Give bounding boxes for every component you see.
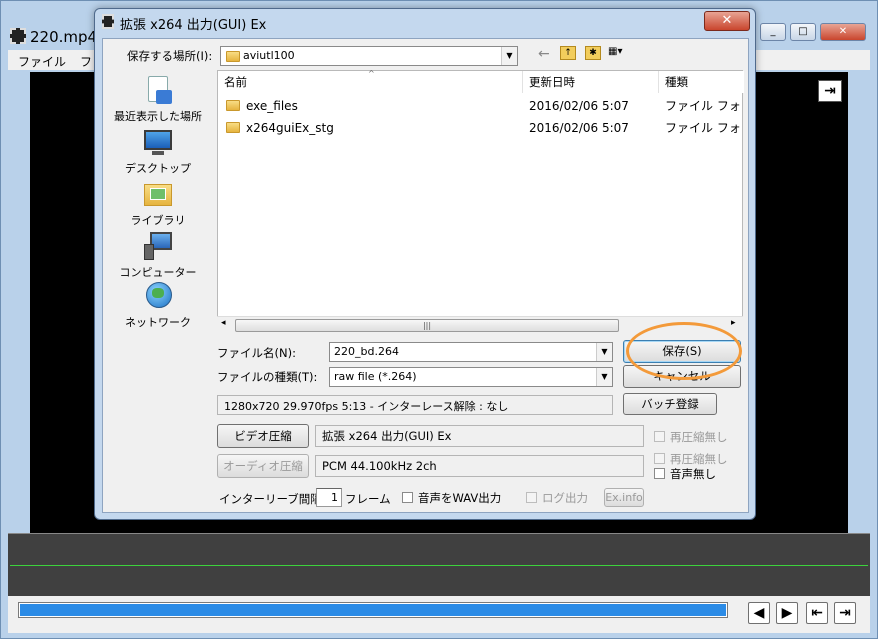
jump-end-icon[interactable]: ⇥ [818,80,842,102]
sort-asc-icon: ^ [368,69,375,78]
wav-output-checkbox[interactable]: 音声をWAV出力 [402,490,501,506]
main-close-button[interactable]: ✕ [820,23,866,41]
audio-recompress-checkbox[interactable]: 再圧縮無し [654,451,728,467]
filetype-select[interactable]: raw file (*.264) ▼ [329,367,613,387]
film-icon [102,14,114,29]
audio-codec-text: PCM 44.100kHz 2ch [315,455,644,477]
video-codec-text: 拡張 x264 出力(GUI) Ex [315,425,644,447]
exinfo-button[interactable]: Ex.info [604,488,644,507]
log-output-checkbox[interactable]: ログ出力 [526,490,588,506]
menu-item-2[interactable]: フ [80,53,92,70]
library-icon [142,178,174,210]
prev-keyframe-button[interactable]: ⇤ [806,602,828,624]
menu-file[interactable]: ファイル [18,53,66,70]
place-network[interactable]: ネットワーク [108,280,208,330]
folder-icon [226,100,240,111]
filename-input[interactable]: 220_bd.264 ▼ [329,342,613,362]
column-type[interactable]: 種類 [659,71,744,93]
dialog-title: 拡張 x264 出力(GUI) Ex [120,18,267,33]
place-libraries[interactable]: ライブラリ [108,178,208,228]
filetype-label: ファイルの種類(T): [217,370,318,384]
save-in-value: aviutl100 [243,49,295,62]
next-frame-button[interactable]: ▶ [776,602,798,624]
scroll-thumb[interactable]: ||| [235,319,619,332]
list-item[interactable]: x264guiEx_stg 2016/02/06 5:07 ファイル フォ [218,117,744,139]
no-audio-checkbox[interactable]: 音声無し [654,466,716,482]
interleave-input[interactable]: 1 [316,488,342,507]
place-computer[interactable]: コンピューター [108,230,208,280]
audio-compress-button[interactable]: オーディオ圧縮 [217,454,309,478]
video-compress-button[interactable]: ビデオ圧縮 [217,424,309,448]
back-icon[interactable]: ← [538,46,550,62]
scroll-right-icon[interactable]: ▸ [731,318,736,328]
filename-label: ファイル名(N): [217,346,296,360]
network-globe-icon [142,280,174,312]
timeline[interactable] [8,533,870,596]
folder-icon [226,51,240,62]
maximize-button[interactable]: □ [790,23,816,41]
recent-places-icon [142,74,174,106]
scroll-left-icon[interactable]: ◂ [221,318,226,328]
frame-unit-label: フレーム [345,492,391,506]
new-folder-icon[interactable]: ✱ [585,46,601,60]
folder-icon [226,122,240,133]
file-list[interactable]: 名前 ^ 更新日時 種類 exe_files 2016/02/06 5:07 フ… [217,69,744,332]
prev-frame-button[interactable]: ◀ [748,602,770,624]
chevron-down-icon: ▼ [596,368,612,386]
minimize-button[interactable]: _ [760,23,786,41]
save-in-combo[interactable]: aviutl100 ▼ [220,46,518,66]
video-recompress-checkbox[interactable]: 再圧縮無し [654,429,728,445]
chevron-down-icon: ▼ [596,343,612,361]
view-menu-icon[interactable]: ▦▾ [608,46,634,60]
film-icon [10,28,26,44]
batch-register-button[interactable]: バッチ登録 [623,393,717,415]
interleave-label: インターリーブ間隔 : [219,492,330,506]
place-desktop[interactable]: デスクトップ [108,126,208,176]
chevron-down-icon: ▼ [501,47,517,65]
list-item[interactable]: exe_files 2016/02/06 5:07 ファイル フォ [218,95,744,117]
computer-icon [142,230,174,262]
video-info-text: 1280x720 29.970fps 5:13 - インターレース解除 : なし [217,395,613,415]
next-keyframe-button[interactable]: ⇥ [834,602,856,624]
desktop-icon [142,126,174,158]
dialog-close-button[interactable]: ✕ [704,11,750,31]
column-date[interactable]: 更新日時 [523,71,659,93]
place-recent[interactable]: 最近表示した場所 [108,74,208,124]
highlight-annotation [626,322,742,380]
up-folder-icon[interactable]: ↑ [560,46,576,60]
save-in-label: 保存する場所(I): [127,49,213,63]
seek-bar[interactable] [18,602,728,618]
